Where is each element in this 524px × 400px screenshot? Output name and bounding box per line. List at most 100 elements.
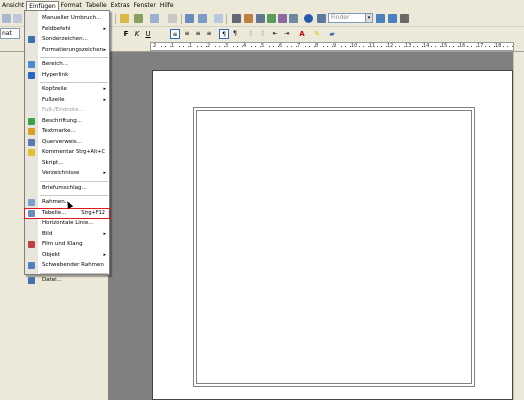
find-dropdown-arrow[interactable]: ▾ [365,13,373,23]
menu-item-label: Fußzeile [42,96,65,103]
find-bar-icon[interactable] [317,14,326,23]
menu-item-formatierungszeichen[interactable]: Formatierungszeichen ▸ [25,46,109,55]
ruler-tick [394,46,396,47]
underline-button[interactable]: U [143,29,153,39]
ruler-tick [178,46,180,47]
toolbar-options-icon[interactable] [400,14,409,23]
print-icon[interactable] [2,14,11,23]
find-prev-icon[interactable] [388,14,397,23]
binoculars-icon[interactable] [232,14,241,23]
menu-fenster[interactable]: Fenster [132,1,158,11]
menu-ansicht[interactable]: Ansicht [0,1,26,11]
justify-button[interactable]: ≡ [204,29,214,39]
menu-item-verzeichnisse[interactable]: Verzeichnisse ▸ [25,169,109,178]
menu-item-label: Briefumschlag... [42,184,87,191]
highlight-icon[interactable]: ✎ [312,29,322,39]
menu-item-querverweis[interactable]: Querverweis... [25,138,109,147]
paste-icon[interactable] [120,14,129,23]
undo-icon[interactable] [150,14,159,23]
font-color-icon[interactable]: A [297,29,307,39]
text-direction-rtl-button[interactable]: ¶ [230,29,240,39]
ruler-number: 11 [369,43,376,49]
menu-format[interactable]: Format [59,1,84,11]
paragraph-style-box[interactable]: nat [0,28,20,39]
numbering-button[interactable]: ⋮ [246,29,256,39]
background-color-icon[interactable]: ▰ [327,29,337,39]
menu-item-hyperlink[interactable]: Hyperlink [25,71,109,80]
zoom-icon[interactable] [289,14,298,23]
help-icon[interactable] [304,14,313,23]
ruler-number: 1 [171,43,175,49]
menu-item-label: Objekt [42,251,61,258]
ruler-tick [340,46,342,47]
bullets-button[interactable]: ⋮ [258,29,268,39]
gallery-icon[interactable] [256,14,265,23]
italic-button[interactable]: K [132,29,142,39]
show-draw-icon[interactable] [214,14,223,23]
format-paintbrush-icon[interactable] [134,14,143,23]
align-left-button[interactable]: ≡ [170,29,180,39]
menu-item-briefumschlag[interactable]: Briefumschlag... [25,184,109,193]
omega-icon [28,36,35,43]
menu-separator [40,82,108,83]
menu-item-schwebender-rahmen[interactable]: Schwebender Rahmen [25,261,109,270]
ruler-number: 8 [315,43,319,49]
bold-button[interactable]: F [121,29,131,39]
datasources-icon[interactable] [267,14,276,23]
ruler-tick [291,46,292,47]
ruler-tick [327,46,328,47]
menu-item-film-und-klang[interactable]: Film und Klang [25,240,109,249]
insert-table-icon[interactable] [198,14,207,23]
menu-item-feldbefehl[interactable]: Feldbefehl ▸ [25,25,109,34]
decrease-indent-button[interactable]: ⇤ [270,29,280,39]
align-right-button[interactable]: ≡ [193,29,203,39]
hyperlink-toolbar-icon[interactable] [185,14,194,23]
text-boundary-inner[interactable] [196,110,472,384]
menu-item-label: Beschriftung... [42,117,83,124]
menu-separator [40,195,108,196]
menu-item-textmarke[interactable]: Textmarke... [25,127,109,136]
find-input[interactable]: Finder [328,13,366,23]
menu-item-label: Tabelle... [42,209,67,216]
align-center-button[interactable]: ≡ [182,29,192,39]
menu-item-fußzeile[interactable]: Fußzeile ▸ [25,96,109,105]
menu-hilfe[interactable]: Hilfe [158,1,176,11]
submenu-arrow-icon: ▸ [103,86,106,92]
menu-item-objekt[interactable]: Objekt ▸ [25,251,109,260]
ruler-number: 2 [207,43,211,49]
menu-item-sonderzeichen[interactable]: Sonderzeichen... [25,35,109,44]
menu-item-kopfzeile[interactable]: Kopfzeile ▸ [25,85,109,94]
ruler-number: 4 [243,43,247,49]
ruler-tick [358,46,360,47]
find-next-icon[interactable] [376,14,385,23]
menu-item-manueller-umbruch[interactable]: Manueller Umbruch... [25,14,109,23]
menu-item-bild[interactable]: Bild ▸ [25,230,109,239]
menu-item-skript[interactable]: Skript... [25,159,109,168]
ruler-number: 17 [477,43,484,49]
menu-item-datei[interactable]: Datei... [25,276,109,285]
redo-icon[interactable] [168,14,177,23]
vertical-scrollbar[interactable] [513,52,524,400]
menu-item-kommentar[interactable]: Kommentar Strg+Alt+C [25,148,109,157]
comment-icon [28,149,35,156]
preview-icon[interactable] [13,14,22,23]
nonprinting-chars-icon[interactable] [278,14,287,23]
submenu-arrow-icon: ▸ [103,170,106,176]
navigator-icon[interactable] [244,14,253,23]
menu-tabelle[interactable]: Tabelle [84,1,109,11]
table-icon [28,209,35,217]
ruler-tick [399,46,400,47]
increase-indent-button[interactable]: ⇥ [282,29,292,39]
text-direction-ltr-button[interactable]: ¶ [219,29,229,39]
menu-item-horizontale-linie[interactable]: Horizontale Linie... [25,219,109,228]
ruler-tick [471,46,472,47]
menu-item-label: Textmarke... [42,128,76,134]
menu-extras[interactable]: Extras [109,1,132,11]
menu-item-tabelle[interactable]: Tabelle... Strg+F12 [24,207,110,219]
menu-separator [40,272,108,274]
horizontal-ruler[interactable]: 2 1 1 2 3 4 5 6 7 8 9 10 11 12 13 14 15 16 17 18 [150,42,514,51]
menu-einfügen[interactable]: Einfügen [26,0,59,11]
menu-item-beschriftung[interactable]: Beschriftung... [25,117,109,126]
menu-item-bereich[interactable]: Bereich... [25,60,109,69]
ruler-tick [381,46,382,47]
